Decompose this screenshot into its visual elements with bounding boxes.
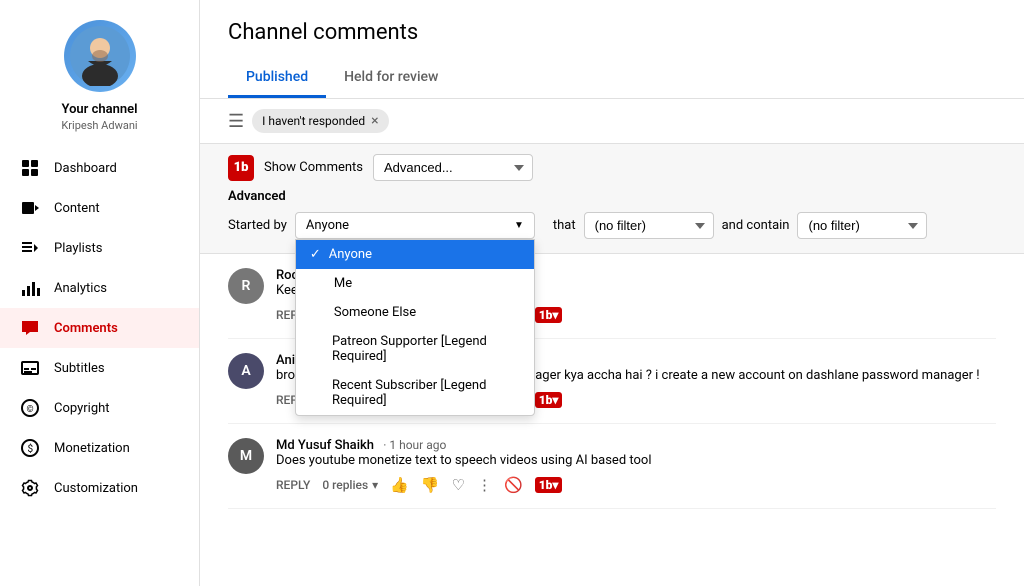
- filter2-label: and contain: [722, 218, 790, 233]
- dropdown-option-anyone[interactable]: ✓ Anyone: [296, 240, 534, 269]
- settings-icon: [20, 478, 40, 498]
- sidebar-item-dashboard[interactable]: Dashboard: [0, 148, 199, 188]
- tabs: Published Held for review: [228, 59, 996, 98]
- dropdown-option-patreon[interactable]: Patreon Supporter [Legend Required]: [296, 327, 534, 371]
- sidebar-label-dashboard: Dashboard: [54, 161, 117, 176]
- filter-chip-responded[interactable]: I haven't responded ×: [252, 109, 389, 133]
- comment-header: Md Yusuf Shaikh · 1 hour ago: [276, 438, 996, 453]
- hide-icon[interactable]: 🚫: [504, 476, 523, 494]
- channel-name: Your channel: [61, 102, 137, 117]
- sidebar-label-subtitles: Subtitles: [54, 361, 105, 376]
- comment-actions: REPLY 0 replies ▾ 👍 👎 ♡ ⋮ 🚫 1b▾: [276, 476, 996, 494]
- started-by-dropdown[interactable]: Anyone ▼ ✓ Anyone Me Someone Else: [295, 212, 535, 239]
- avatar: A: [228, 353, 264, 389]
- like-icon[interactable]: 👍: [390, 476, 409, 494]
- avatar: R: [228, 268, 264, 304]
- sidebar-label-analytics: Analytics: [54, 281, 107, 296]
- comment-author: Md Yusuf Shaikh: [276, 438, 374, 453]
- sidebar-item-comments[interactable]: Comments: [0, 308, 199, 348]
- comment-body: Md Yusuf Shaikh · 1 hour ago Does youtub…: [276, 438, 996, 494]
- comment-icon: [20, 318, 40, 338]
- filter-icon[interactable]: ☰: [228, 111, 244, 132]
- sidebar-label-customization: Customization: [54, 481, 138, 496]
- avatar: [64, 20, 136, 92]
- chip-label: I haven't responded: [262, 114, 365, 128]
- sidebar-label-copyright: Copyright: [54, 401, 110, 416]
- filter2-select[interactable]: (no filter): [797, 212, 927, 239]
- started-by-row: Started by Anyone ▼ ✓ Anyone Me: [228, 212, 996, 239]
- show-comments-label: Show Comments: [264, 160, 363, 175]
- sidebar-item-customization[interactable]: Customization: [0, 468, 199, 508]
- sidebar-item-content[interactable]: Content: [0, 188, 199, 228]
- sidebar-label-content: Content: [54, 201, 100, 216]
- analytics-icon: [20, 278, 40, 298]
- avatar: M: [228, 438, 264, 474]
- main-content: Channel comments Published Held for revi…: [200, 0, 1024, 586]
- sidebar-item-analytics[interactable]: Analytics: [0, 268, 199, 308]
- main-header: Channel comments Published Held for revi…: [200, 0, 1024, 99]
- brand-action-icon[interactable]: 1b▾: [535, 392, 563, 408]
- comment-time: · 1 hour ago: [383, 438, 446, 452]
- sidebar-label-monetization: Monetization: [54, 441, 130, 456]
- chevron-down-icon: ▼: [514, 220, 524, 231]
- dislike-icon[interactable]: 👎: [421, 476, 440, 494]
- advanced-label: Advanced: [228, 189, 996, 204]
- brand-action-icon[interactable]: 1b▾: [535, 307, 563, 323]
- page-title: Channel comments: [228, 20, 996, 45]
- monetization-icon: $: [20, 438, 40, 458]
- tab-published[interactable]: Published: [228, 59, 326, 98]
- sidebar-item-monetization[interactable]: $ Monetization: [0, 428, 199, 468]
- dropdown-option-someone-else[interactable]: Someone Else: [296, 298, 534, 327]
- sidebar-nav: Dashboard Content Playlists Analytics: [0, 148, 199, 508]
- more-icon[interactable]: ⋮: [477, 476, 492, 494]
- filter1-label: that: [553, 218, 576, 233]
- comment-item: M Md Yusuf Shaikh · 1 hour ago Does yout…: [228, 424, 996, 509]
- sidebar: Your channel Kripesh Adwani Dashboard Co…: [0, 0, 200, 586]
- grid-icon: [20, 158, 40, 178]
- channel-subtitle: Kripesh Adwani: [61, 119, 137, 132]
- checkmark-icon: ✓: [310, 247, 321, 262]
- sidebar-label-playlists: Playlists: [54, 241, 102, 256]
- started-by-label: Started by: [228, 218, 287, 233]
- sidebar-label-comments: Comments: [54, 321, 118, 336]
- reply-button[interactable]: REPLY: [276, 478, 310, 492]
- playlist-icon: [20, 238, 40, 258]
- sidebar-item-subtitles[interactable]: Subtitles: [0, 348, 199, 388]
- filter-bar: ☰ I haven't responded ×: [200, 99, 1024, 144]
- brand-logo: 1b: [228, 155, 254, 181]
- sidebar-item-playlists[interactable]: Playlists: [0, 228, 199, 268]
- dropdown-trigger[interactable]: Anyone ▼: [295, 212, 535, 239]
- replies-toggle[interactable]: 0 replies ▾: [322, 478, 378, 492]
- advanced-panel: 1b Show Comments Advanced... Advanced St…: [200, 144, 1024, 254]
- svg-text:©: ©: [27, 405, 34, 415]
- heart-icon[interactable]: ♡: [452, 476, 465, 494]
- sidebar-item-copyright[interactable]: © Copyright: [0, 388, 199, 428]
- brand-action-icon[interactable]: 1b▾: [535, 477, 563, 493]
- chevron-down-icon: ▾: [372, 478, 378, 492]
- chip-close-icon[interactable]: ×: [371, 113, 378, 129]
- dropdown-selected-value: Anyone: [306, 218, 349, 233]
- copyright-icon: ©: [20, 398, 40, 418]
- subtitles-icon: [20, 358, 40, 378]
- dropdown-option-recent-sub[interactable]: Recent Subscriber [Legend Required]: [296, 371, 534, 415]
- show-comments-row: 1b Show Comments Advanced...: [228, 154, 996, 181]
- filter1-select[interactable]: (no filter): [584, 212, 714, 239]
- show-comments-select[interactable]: Advanced...: [373, 154, 533, 181]
- dropdown-option-me[interactable]: Me: [296, 269, 534, 298]
- comment-text: Does youtube monetize text to speech vid…: [276, 453, 996, 468]
- dropdown-list: ✓ Anyone Me Someone Else Patreon Support…: [295, 239, 535, 416]
- video-icon: [20, 198, 40, 218]
- svg-text:$: $: [28, 442, 34, 455]
- tab-held[interactable]: Held for review: [326, 59, 456, 98]
